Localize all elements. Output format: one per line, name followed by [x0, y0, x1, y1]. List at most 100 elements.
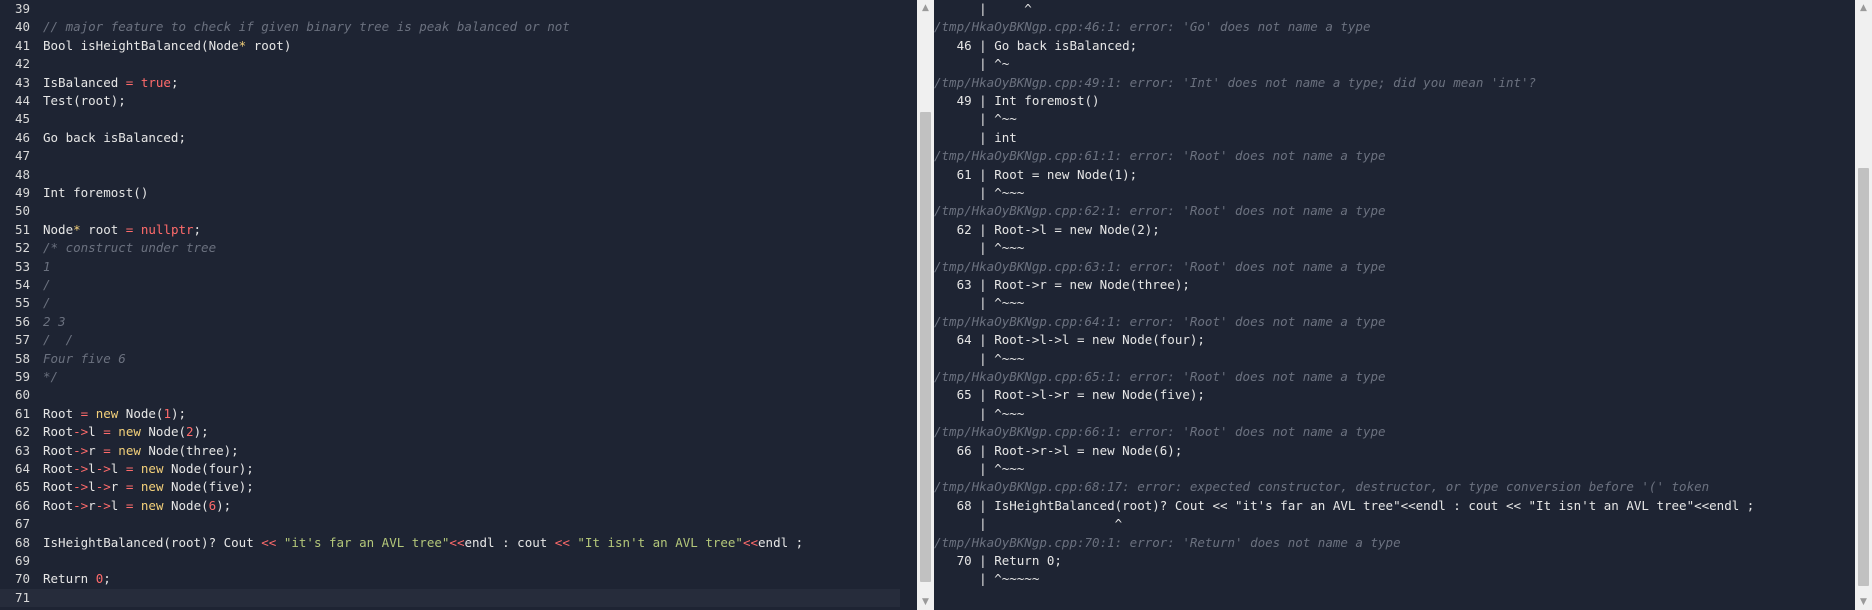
output-line: | ^~~~: [934, 295, 1025, 311]
code-text[interactable]: Four five 6: [43, 350, 126, 368]
code-line[interactable]: 53 1: [0, 258, 51, 276]
code-text[interactable]: Go back isBalanced;: [43, 129, 186, 147]
code-text[interactable]: Int foremost(): [43, 184, 148, 202]
line-number: 48: [14, 166, 30, 182]
output-line: 46 | Go back isBalanced;: [934, 37, 1138, 53]
code-line[interactable]: 69: [0, 552, 43, 570]
code-text[interactable]: Test(root);: [43, 92, 126, 110]
code-text[interactable]: 2 3: [43, 313, 66, 331]
code-line[interactable]: 47: [0, 147, 43, 165]
error-message: /tmp/HkaOyBKNgp.cpp:65:1: error: 'Root' …: [934, 369, 1386, 384]
code-text[interactable]: IsBalanced = true;: [43, 74, 179, 92]
error-message: /tmp/HkaOyBKNgp.cpp:46:1: error: 'Go' do…: [934, 19, 1371, 35]
line-number: 68: [14, 534, 30, 550]
line-number: 43: [14, 74, 30, 90]
error-message: /tmp/HkaOyBKNgp.cpp:68:17: error: expect…: [934, 479, 1710, 495]
code-text[interactable]: // major feature to check if given binar…: [43, 18, 570, 36]
output-line: | ^: [934, 516, 1123, 532]
code-line[interactable]: 61 Root = new Node(1);: [0, 405, 186, 423]
error-message: /tmp/HkaOyBKNgp.cpp:62:1: error: 'Root' …: [934, 203, 1386, 219]
output-scroll-thumb[interactable]: [1858, 168, 1869, 586]
code-line[interactable]: 39: [0, 0, 43, 18]
code-line[interactable]: 65 Root->l->r = new Node(five);: [0, 478, 254, 496]
output-line: | ^~~~: [934, 461, 1025, 476]
line-number: 58: [14, 350, 30, 366]
code-text[interactable]: Node* root = nullptr;: [43, 221, 201, 239]
code-editor[interactable]: 39 40 // major feature to check if given b…: [0, 0, 917, 610]
editor-scrollbar[interactable]: ▲ ▼: [917, 0, 934, 610]
code-line[interactable]: 46 Go back isBalanced;: [0, 129, 186, 147]
code-line[interactable]: 59 */: [0, 368, 58, 386]
code-text[interactable]: Root->l->l = new Node(four);: [43, 460, 254, 478]
code-text[interactable]: /* construct under tree: [43, 239, 216, 257]
line-number: 49: [14, 185, 30, 200]
line-number: 47: [14, 148, 30, 164]
code-line[interactable]: 60: [0, 386, 43, 404]
code-text[interactable]: Root->l = new Node(2);: [43, 423, 209, 441]
code-line[interactable]: 48: [0, 166, 43, 184]
code-line[interactable]: 55 /: [0, 294, 51, 312]
output-line: | ^~~~~~: [934, 571, 1040, 587]
code-line[interactable]: 58 Four five 6: [0, 350, 126, 368]
code-text[interactable]: 1: [43, 258, 51, 276]
code-line[interactable]: 57 / /: [0, 331, 73, 349]
output-scrollbar[interactable]: ▲ ▼: [1855, 0, 1872, 610]
code-line[interactable]: 41 Bool isHeightBalanced(Node* root): [0, 37, 291, 55]
code-line[interactable]: 51 Node* root = nullptr;: [0, 221, 201, 239]
code-text[interactable]: Return 0;: [43, 570, 111, 588]
code-text[interactable]: Root = new Node(1);: [43, 405, 186, 423]
code-text[interactable]: /: [43, 294, 51, 312]
line-number: 67: [14, 516, 30, 532]
scroll-down-arrow-icon[interactable]: ▼: [1855, 594, 1872, 610]
editor-scroll-thumb[interactable]: [920, 112, 931, 582]
code-line[interactable]: 56 2 3: [0, 313, 66, 331]
code-line[interactable]: 42: [0, 55, 43, 73]
line-number: 56: [14, 313, 30, 329]
line-number: 59: [14, 369, 30, 384]
line-number: 62: [14, 424, 30, 440]
code-line[interactable]: 67: [0, 515, 43, 533]
code-text[interactable]: Root->r->l = new Node(6);: [43, 497, 231, 515]
line-number: 45: [14, 111, 30, 127]
output-line: | ^~~~: [934, 185, 1025, 200]
code-text[interactable]: IsHeightBalanced(root)? Cout << "it's fa…: [43, 534, 803, 552]
code-line[interactable]: 63 Root->r = new Node(three);: [0, 442, 239, 460]
code-line[interactable]: 70 Return 0;: [0, 570, 111, 588]
code-line[interactable]: 43 IsBalanced = true;: [0, 74, 179, 92]
line-number: 70: [14, 571, 30, 587]
scroll-down-arrow-icon[interactable]: ▼: [917, 594, 934, 610]
output-line: 64 | Root->l->l = new Node(four);: [934, 332, 1205, 348]
code-line[interactable]: 44 Test(root);: [0, 92, 126, 110]
error-message: /tmp/HkaOyBKNgp.cpp:49:1: error: 'Int' d…: [934, 74, 1537, 90]
code-line[interactable]: 64 Root->l->l = new Node(four);: [0, 460, 254, 478]
code-line[interactable]: 62 Root->l = new Node(2);: [0, 423, 209, 441]
error-message: /tmp/HkaOyBKNgp.cpp:63:1: error: 'Root' …: [934, 258, 1386, 274]
code-line[interactable]: 49 Int foremost(): [0, 184, 148, 202]
output-line: | ^~~~: [934, 350, 1025, 366]
code-line[interactable]: 71: [0, 588, 900, 607]
code-line[interactable]: 52 /* construct under tree: [0, 239, 216, 257]
line-number: 51: [14, 221, 30, 237]
scroll-up-arrow-icon[interactable]: ▲: [1855, 0, 1872, 16]
line-number: 42: [14, 56, 30, 72]
output-line: 66 | Root->r->l = new Node(6);: [934, 442, 1183, 458]
line-number: 60: [14, 387, 30, 403]
code-text[interactable]: /: [43, 276, 51, 294]
code-text[interactable]: Bool isHeightBalanced(Node* root): [43, 37, 291, 55]
error-message: /tmp/HkaOyBKNgp.cpp:70:1: error: 'Return…: [934, 534, 1401, 550]
code-line[interactable]: 50: [0, 202, 43, 220]
line-number: 44: [14, 93, 30, 108]
code-text[interactable]: Root->r = new Node(three);: [43, 442, 239, 460]
output-line: 63 | Root->r = new Node(three);: [934, 277, 1190, 292]
code-line[interactable]: 40 // major feature to check if given bin…: [0, 18, 570, 36]
line-number: 54: [14, 277, 30, 292]
error-message: /tmp/HkaOyBKNgp.cpp:66:1: error: 'Root' …: [934, 424, 1386, 440]
code-text[interactable]: */: [43, 368, 58, 386]
code-line[interactable]: 45: [0, 110, 43, 128]
code-line[interactable]: 54 /: [0, 276, 51, 294]
code-line[interactable]: 66 Root->r->l = new Node(6);: [0, 497, 231, 515]
code-text[interactable]: / /: [43, 331, 73, 349]
code-text[interactable]: Root->l->r = new Node(five);: [43, 478, 254, 496]
code-line[interactable]: 68 IsHeightBalanced(root)? Cout << "it's …: [0, 534, 803, 552]
scroll-up-arrow-icon[interactable]: ▲: [917, 0, 934, 16]
